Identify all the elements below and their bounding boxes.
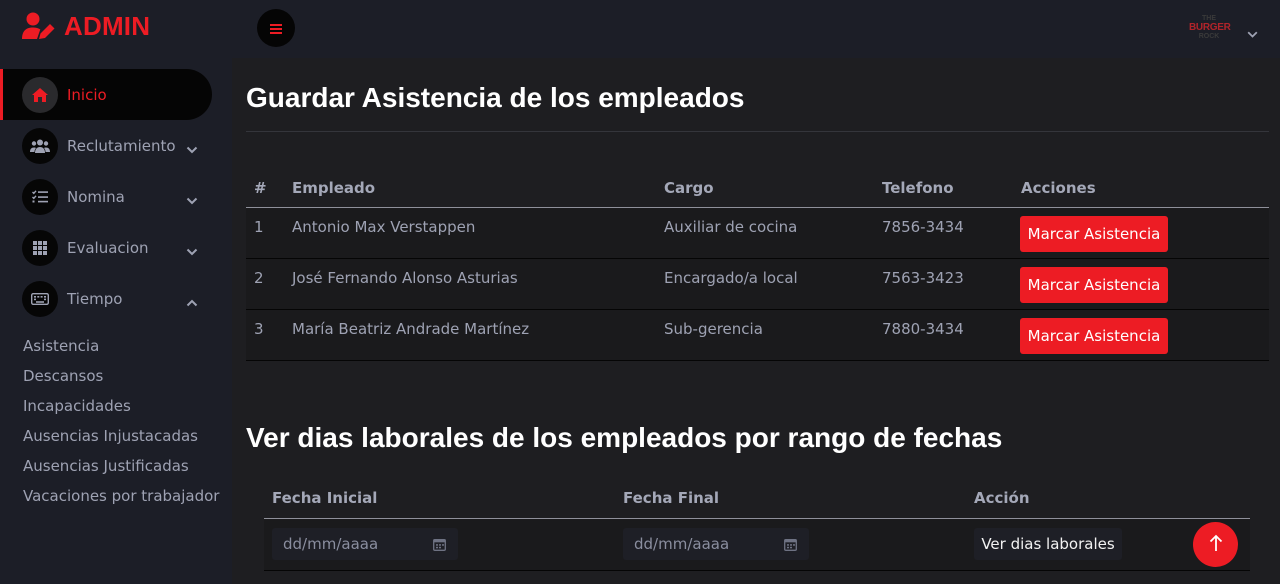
sidebar-item-label: Tiempo: [67, 289, 123, 308]
main-content: Guardar Asistencia de los empleados # Em…: [232, 58, 1280, 584]
start-date-input[interactable]: dd/mm/aaaa: [272, 528, 458, 560]
keyboard-icon: [22, 280, 58, 317]
calendar-icon[interactable]: [433, 537, 446, 555]
row-number: 1: [254, 218, 264, 236]
employee-phone: 7563-3423: [882, 269, 964, 287]
table-row: 1 Antonio Max Verstappen Auxiliar de coc…: [246, 208, 1269, 259]
table-row: 3 María Beatriz Andrade Martínez Sub-ger…: [246, 310, 1269, 361]
column-header: Fecha Inicial: [272, 489, 378, 507]
start-date-placeholder: dd/mm/aaaa: [283, 535, 379, 553]
submenu-descansos[interactable]: Descansos: [23, 364, 219, 394]
column-header: #: [254, 179, 267, 197]
logo-line-2: BURGER: [1189, 22, 1231, 33]
tiempo-submenu: Asistencia Descansos Incapacidades Ausen…: [23, 334, 219, 514]
chevron-up-icon[interactable]: [186, 292, 198, 311]
sidebar-item-reclutamiento[interactable]: Reclutamiento: [0, 120, 232, 171]
table-header: Fecha Inicial Fecha Final Acción: [264, 480, 1250, 519]
column-header: Acción: [974, 489, 1030, 507]
company-logo[interactable]: THE BURGER ROCK: [1189, 14, 1231, 44]
row-number: 3: [254, 320, 264, 338]
user-pen-icon: [22, 12, 56, 40]
brand[interactable]: ADMIN: [22, 10, 150, 42]
employee-name: María Beatriz Andrade Martínez: [292, 320, 530, 338]
end-date-placeholder: dd/mm/aaaa: [634, 535, 730, 553]
column-header: Fecha Final: [623, 489, 720, 507]
column-header: Acciones: [1021, 179, 1096, 197]
employee-phone: 7880-3434: [882, 320, 964, 338]
mark-attendance-button[interactable]: Marcar Asistencia: [1020, 216, 1168, 252]
sidebar-item-label: Nomina: [67, 187, 125, 206]
sidebar-item-label: Evaluacion: [67, 238, 149, 257]
employee-role: Encargado/a local: [664, 269, 798, 287]
column-header: Cargo: [664, 179, 714, 197]
divider: [246, 131, 1269, 132]
topbar: THE BURGER ROCK: [232, 0, 1280, 58]
logo-line-3: ROCK: [1198, 33, 1220, 40]
sidebar-menu: Inicio Reclutamiento Nomina Evaluacion T…: [0, 69, 232, 324]
table-row: dd/mm/aaaa dd/mm/aaaa Ver dias laborales: [264, 519, 1250, 571]
chevron-down-icon[interactable]: [186, 190, 198, 209]
sidebar-item-inicio[interactable]: Inicio: [0, 69, 232, 120]
column-header: Empleado: [292, 179, 376, 197]
sidebar-item-tiempo[interactable]: Tiempo: [0, 273, 232, 324]
view-workdays-button[interactable]: Ver dias laborales: [974, 528, 1122, 560]
employee-name: José Fernando Alonso Asturias: [292, 269, 518, 287]
list-check-icon: [22, 178, 58, 215]
submenu-vacaciones[interactable]: Vacaciones por trabajador: [23, 484, 219, 514]
employee-phone: 7856-3434: [882, 218, 964, 236]
menu-toggle-button[interactable]: [257, 9, 295, 47]
table-header: # Empleado Cargo Telefono Acciones: [246, 170, 1269, 208]
grid-icon: [22, 229, 58, 266]
end-date-input[interactable]: dd/mm/aaaa: [623, 528, 809, 560]
arrow-up-icon: [1209, 534, 1223, 556]
scroll-to-top-button[interactable]: [1193, 522, 1238, 567]
sidebar-item-nomina[interactable]: Nomina: [0, 171, 232, 222]
attendance-title: Guardar Asistencia de los empleados: [246, 82, 745, 113]
mark-attendance-button[interactable]: Marcar Asistencia: [1020, 318, 1168, 354]
column-header: Telefono: [882, 179, 954, 197]
chevron-down-icon[interactable]: [1247, 23, 1258, 42]
sidebar-item-evaluacion[interactable]: Evaluacion: [0, 222, 232, 273]
users-icon: [22, 127, 58, 164]
row-number: 2: [254, 269, 264, 287]
sidebar: ADMIN Inicio Reclutamiento Nomina Evalua…: [0, 0, 232, 584]
hamburger-icon: [270, 19, 282, 38]
submenu-ausencias-injustificadas[interactable]: Ausencias Injustacadas: [23, 424, 219, 454]
sidebar-item-label: Reclutamiento: [67, 136, 176, 155]
submenu-ausencias-justificadas[interactable]: Ausencias Justificadas: [23, 454, 219, 484]
employee-name: Antonio Max Verstappen: [292, 218, 476, 236]
calendar-icon[interactable]: [784, 537, 797, 555]
brand-title: ADMIN: [64, 10, 151, 41]
chevron-down-icon[interactable]: [186, 241, 198, 260]
attendance-table: # Empleado Cargo Telefono Acciones 1 Ant…: [246, 170, 1269, 361]
workdays-table: Fecha Inicial Fecha Final Acción dd/mm/a…: [264, 480, 1250, 571]
home-icon: [22, 76, 58, 113]
table-row: 2 José Fernando Alonso Asturias Encargad…: [246, 259, 1269, 310]
submenu-incapacidades[interactable]: Incapacidades: [23, 394, 219, 424]
submenu-asistencia[interactable]: Asistencia: [23, 334, 219, 364]
employee-role: Sub-gerencia: [664, 320, 763, 338]
mark-attendance-button[interactable]: Marcar Asistencia: [1020, 267, 1168, 303]
chevron-down-icon[interactable]: [186, 139, 198, 158]
workdays-title: Ver dias laborales de los empleados por …: [246, 422, 1003, 453]
sidebar-item-label: Inicio: [67, 85, 107, 104]
employee-role: Auxiliar de cocina: [664, 218, 798, 236]
